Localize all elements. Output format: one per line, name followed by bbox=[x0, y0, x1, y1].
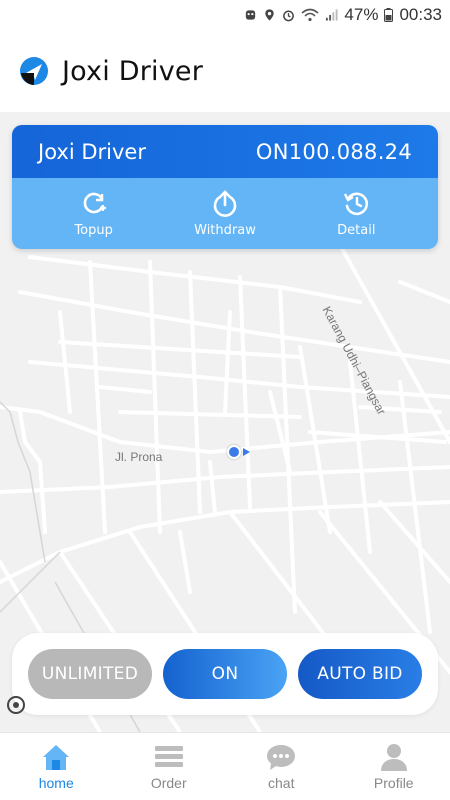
nav-chat[interactable]: chat bbox=[225, 733, 338, 800]
nav-profile[interactable]: Profile bbox=[338, 733, 450, 800]
status-bar: 47% 00:33 bbox=[0, 0, 450, 30]
list-icon bbox=[154, 746, 183, 767]
app-logo bbox=[20, 57, 48, 85]
driver-controls: UNLIMITED ON AUTO BID bbox=[12, 633, 438, 715]
alarm-icon bbox=[283, 10, 295, 22]
page-title: Joxi Driver bbox=[62, 55, 203, 87]
notification-icon bbox=[246, 10, 256, 20]
auto-bid-button[interactable]: AUTO BID bbox=[298, 649, 422, 699]
battery-percent: 47% bbox=[344, 5, 379, 24]
location-icon bbox=[265, 9, 275, 21]
wallet-name: Joxi Driver bbox=[38, 139, 146, 164]
nav-label: home bbox=[38, 775, 74, 791]
signal-icon bbox=[326, 9, 338, 21]
wallet-balance: ON100.088.24 bbox=[255, 139, 412, 164]
battery-icon bbox=[384, 8, 394, 22]
home-icon bbox=[43, 745, 70, 770]
topup-button[interactable]: Topup bbox=[39, 189, 149, 238]
street-label: Jl. Prona bbox=[115, 450, 163, 464]
topup-label: Topup bbox=[74, 223, 113, 238]
withdraw-label: Withdraw bbox=[194, 223, 256, 238]
nav-label: chat bbox=[268, 775, 295, 791]
unlimited-button[interactable]: UNLIMITED bbox=[28, 649, 152, 699]
detail-label: Detail bbox=[337, 223, 376, 238]
map-attribution-icon bbox=[7, 696, 25, 714]
bottom-navigation: home Order chat Profile bbox=[0, 732, 450, 800]
topup-icon bbox=[83, 192, 106, 214]
on-toggle-button[interactable]: ON bbox=[163, 649, 287, 699]
current-location-marker bbox=[227, 445, 241, 459]
wallet-card: Joxi Driver ON100.088.24 Topup Withdraw bbox=[12, 125, 438, 249]
wifi-icon bbox=[301, 8, 319, 22]
app-header: Joxi Driver bbox=[0, 30, 450, 112]
history-icon bbox=[344, 192, 369, 216]
chat-icon bbox=[267, 745, 296, 770]
clock: 00:33 bbox=[399, 5, 442, 24]
heading-arrow-icon bbox=[243, 448, 250, 456]
withdraw-button[interactable]: Withdraw bbox=[170, 189, 280, 238]
nav-home[interactable]: home bbox=[0, 733, 113, 800]
detail-button[interactable]: Detail bbox=[301, 189, 411, 238]
nav-label: Profile bbox=[373, 775, 414, 791]
person-icon bbox=[380, 744, 407, 771]
wallet-actions: Topup Withdraw Detail bbox=[12, 178, 438, 249]
wallet-header: Joxi Driver ON100.088.24 bbox=[12, 125, 438, 178]
nav-label: Order bbox=[150, 775, 187, 791]
withdraw-icon bbox=[213, 190, 237, 217]
nav-order[interactable]: Order bbox=[113, 733, 226, 800]
